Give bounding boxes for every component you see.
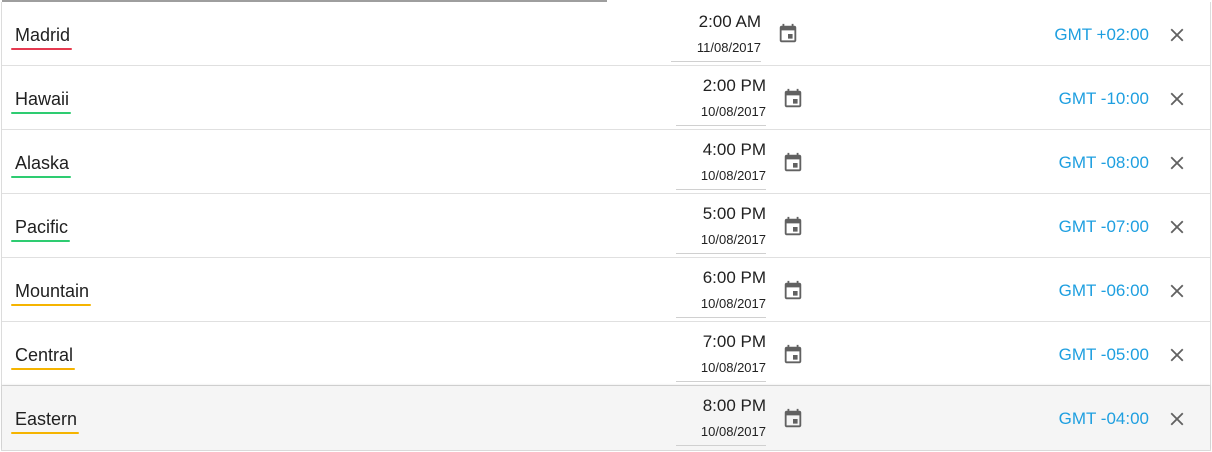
gmt-offset[interactable]: GMT -08:00 — [1059, 152, 1149, 174]
close-icon[interactable] — [1166, 344, 1188, 366]
datetime-field[interactable]: 4:00 PM 10/08/2017 — [676, 140, 766, 190]
calendar-icon[interactable] — [782, 344, 804, 366]
city-underline — [11, 304, 92, 306]
city-name: Eastern — [15, 409, 78, 429]
date-value: 10/08/2017 — [700, 168, 766, 183]
timezone-row: Pacific 5:00 PM 10/08/2017 GMT -07:00 — [2, 194, 1210, 258]
time-value: 2:00 PM — [702, 76, 766, 95]
timezone-row: Madrid 2:00 AM 11/08/2017 GMT +02:00 — [2, 2, 1210, 66]
date-underline — [676, 317, 766, 318]
timezone-row: Mountain 6:00 PM 10/08/2017 GMT -06:00 — [2, 258, 1210, 322]
gmt-offset[interactable]: GMT +02:00 — [1054, 24, 1149, 46]
calendar-icon[interactable] — [782, 280, 804, 302]
city-name: Alaska — [15, 153, 70, 173]
gmt-offset[interactable]: GMT -05:00 — [1059, 344, 1149, 366]
gmt-offset[interactable]: GMT -10:00 — [1059, 88, 1149, 110]
date-value: 10/08/2017 — [700, 232, 766, 247]
gmt-offset[interactable]: GMT -07:00 — [1059, 216, 1149, 238]
close-icon[interactable] — [1166, 280, 1188, 302]
gmt-offset[interactable]: GMT -06:00 — [1059, 280, 1149, 302]
city-name: Pacific — [15, 217, 69, 237]
date-underline — [676, 189, 766, 190]
close-icon[interactable] — [1166, 216, 1188, 238]
city-name: Hawaii — [15, 89, 70, 109]
date-value: 10/08/2017 — [700, 296, 766, 311]
date-value: 10/08/2017 — [700, 360, 766, 375]
city-underline — [11, 48, 73, 50]
calendar-icon[interactable] — [782, 152, 804, 174]
city-name: Mountain — [15, 281, 90, 301]
close-icon[interactable] — [1166, 152, 1188, 174]
city-underline — [11, 240, 71, 242]
close-icon[interactable] — [1166, 408, 1188, 430]
calendar-icon[interactable] — [782, 408, 804, 430]
date-underline — [671, 61, 761, 62]
timezone-row: Eastern 8:00 PM 10/08/2017 GMT -04:00 — [2, 386, 1210, 450]
city-underline — [11, 368, 76, 370]
city-name: Central — [15, 345, 74, 365]
close-icon[interactable] — [1166, 24, 1188, 46]
datetime-field[interactable]: 2:00 AM 11/08/2017 — [671, 12, 761, 62]
city-underline — [11, 112, 72, 114]
date-underline — [676, 381, 766, 382]
city-underline — [11, 432, 80, 434]
calendar-icon[interactable] — [782, 88, 804, 110]
timezone-list: Madrid 2:00 AM 11/08/2017 GMT +02:00 Haw… — [1, 2, 1211, 451]
date-underline — [676, 445, 766, 446]
date-underline — [676, 125, 766, 126]
city-underline — [11, 176, 72, 178]
time-value: 8:00 PM — [702, 396, 766, 415]
date-underline — [676, 253, 766, 254]
datetime-field[interactable]: 6:00 PM 10/08/2017 — [676, 268, 766, 318]
datetime-field[interactable]: 2:00 PM 10/08/2017 — [676, 76, 766, 126]
date-value: 10/08/2017 — [700, 424, 766, 439]
close-icon[interactable] — [1166, 88, 1188, 110]
timezone-row: Central 7:00 PM 10/08/2017 GMT -05:00 — [2, 322, 1210, 386]
date-value: 11/08/2017 — [696, 40, 761, 55]
datetime-field[interactable]: 5:00 PM 10/08/2017 — [676, 204, 766, 254]
time-value: 2:00 AM — [698, 12, 761, 31]
time-value: 4:00 PM — [702, 140, 766, 159]
time-value: 6:00 PM — [702, 268, 766, 287]
calendar-icon[interactable] — [782, 216, 804, 238]
timezone-row: Hawaii 2:00 PM 10/08/2017 GMT -10:00 — [2, 66, 1210, 130]
time-value: 5:00 PM — [702, 204, 766, 223]
datetime-field[interactable]: 8:00 PM 10/08/2017 — [676, 396, 766, 446]
date-value: 10/08/2017 — [700, 104, 766, 119]
gmt-offset[interactable]: GMT -04:00 — [1059, 408, 1149, 430]
datetime-field[interactable]: 7:00 PM 10/08/2017 — [676, 332, 766, 382]
timezone-row: Alaska 4:00 PM 10/08/2017 GMT -08:00 — [2, 130, 1210, 194]
city-name: Madrid — [15, 25, 71, 45]
time-value: 7:00 PM — [702, 332, 766, 351]
calendar-icon[interactable] — [777, 23, 799, 45]
